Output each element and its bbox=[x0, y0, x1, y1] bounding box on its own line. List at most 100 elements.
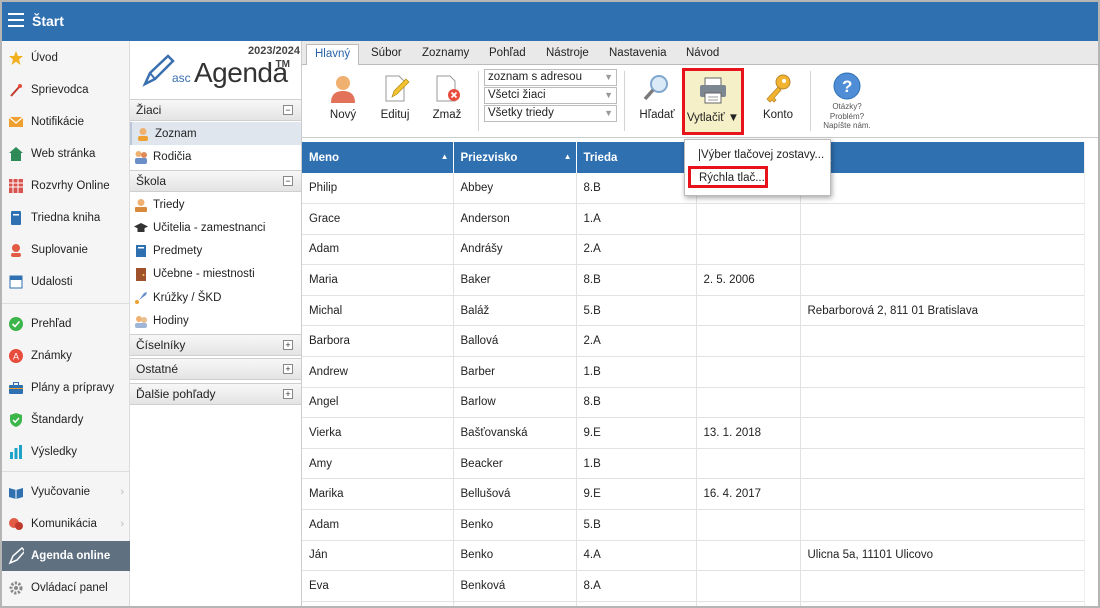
book-icon bbox=[8, 210, 24, 226]
sidebar-item-uvod[interactable]: Úvod bbox=[2, 43, 130, 73]
tab-nastroje[interactable]: Nástroje bbox=[538, 44, 597, 65]
main-sidebar: Úvod Sprievodca Notifikácie Web stránka … bbox=[2, 41, 130, 606]
table-row[interactable]: Adam Andrášy 2.A bbox=[302, 234, 1084, 266]
edit-button[interactable]: Edituj bbox=[369, 71, 421, 131]
menu-item-quick-print[interactable]: Rýchla tlač... bbox=[688, 166, 768, 188]
tab-nastavenia[interactable]: Nastavenia bbox=[601, 44, 675, 65]
table-cell: Vierka bbox=[302, 417, 454, 449]
nav-item-ucebne[interactable]: Učebne - miestnosti bbox=[130, 262, 301, 285]
table-cell: Andrew bbox=[302, 356, 454, 388]
button-label: Konto bbox=[762, 109, 794, 121]
sidebar-item-prehlad[interactable]: Prehľad bbox=[2, 309, 130, 339]
table-row[interactable]: Angel Barlow 8.B bbox=[302, 387, 1084, 419]
column-header-adresa[interactable]: resa bbox=[800, 142, 1084, 173]
nav-item-ucitelia[interactable]: Učitelia - zamestnanci bbox=[130, 216, 301, 239]
parents-icon bbox=[134, 150, 148, 164]
table-cell bbox=[696, 356, 801, 388]
sidebar-item-plany[interactable]: Plány a prípravy bbox=[2, 373, 130, 403]
check-circle-icon bbox=[8, 316, 24, 332]
button-label: Nový bbox=[329, 109, 357, 121]
sidebar-item-znamky[interactable]: A Známky bbox=[2, 341, 130, 371]
column-header-meno[interactable]: Meno ▲ bbox=[302, 142, 454, 173]
vertical-scrollbar[interactable] bbox=[1084, 142, 1098, 606]
nav-item-kruzky[interactable]: Krúžky / ŠKD bbox=[130, 286, 301, 309]
section-ostatne[interactable]: Ostatné + bbox=[130, 358, 301, 380]
sidebar-item-suplovanie[interactable]: Suplovanie bbox=[2, 235, 130, 265]
table-row[interactable]: Andrew Barber 1.B bbox=[302, 356, 1084, 388]
section-title: Ďalšie pohľady bbox=[136, 387, 216, 401]
table-cell: Philip bbox=[302, 173, 454, 205]
expand-icon[interactable]: + bbox=[283, 340, 293, 350]
sidebar-item-notifikacie[interactable]: Notifikácie bbox=[2, 107, 130, 137]
expand-icon[interactable]: + bbox=[283, 389, 293, 399]
nav-item-predmety[interactable]: Predmety bbox=[130, 239, 301, 262]
sidebar-item-komunikacia[interactable]: Komunikácia › bbox=[2, 509, 130, 539]
nav-item-triedy[interactable]: Triedy bbox=[130, 193, 301, 216]
nav-item-zoznam[interactable]: Zoznam bbox=[130, 122, 301, 145]
sidebar-item-vysledky[interactable]: Výsledky bbox=[2, 437, 130, 467]
table-cell: 1.B bbox=[576, 448, 697, 480]
nav-item-hodiny[interactable]: Hodiny bbox=[130, 309, 301, 332]
hamburger-menu-icon[interactable] bbox=[8, 13, 24, 27]
expand-icon[interactable]: + bbox=[283, 364, 293, 374]
new-button[interactable]: Nový bbox=[317, 71, 369, 131]
bar-chart-icon bbox=[8, 444, 24, 460]
sidebar-item-udalosti[interactable]: Udalosti bbox=[2, 267, 130, 297]
tab-subor[interactable]: Súbor bbox=[363, 44, 410, 65]
table-row[interactable]: Eva Benková 8.A bbox=[302, 570, 1084, 602]
sidebar-item-label: Plány a prípravy bbox=[31, 382, 115, 394]
table-cell bbox=[800, 417, 1084, 449]
section-skola[interactable]: Škola − bbox=[130, 170, 301, 192]
sidebar-item-triedna-kniha[interactable]: Triedna kniha bbox=[2, 203, 130, 233]
menu-item-select-report[interactable]: Výber tlačovej zostavy... bbox=[699, 149, 824, 161]
sidebar-item-standardy[interactable]: Štandardy bbox=[2, 405, 130, 435]
account-button[interactable]: Konto bbox=[752, 71, 804, 131]
search-button[interactable]: Hľadať bbox=[631, 71, 683, 131]
sidebar-item-web[interactable]: Web stránka bbox=[2, 139, 130, 169]
table-row[interactable]: Michal Baláž 5.B Rebarborová 2, 811 01 Brat… bbox=[302, 295, 1084, 327]
section-title: Ostatné bbox=[136, 362, 179, 376]
column-header-trieda[interactable]: Trieda bbox=[576, 142, 697, 173]
table-row[interactable]: Maria Baker 8.B 2. 5. 2006 bbox=[302, 264, 1084, 296]
table-cell: 1.A bbox=[576, 203, 697, 235]
sidebar-divider bbox=[2, 303, 130, 304]
table-row[interactable]: Marika Bellušová 9.E 16. 4. 2017 bbox=[302, 478, 1084, 511]
report-select[interactable]: zoznam s adresou ▼ bbox=[484, 69, 617, 86]
section-ziaci[interactable]: Žiaci − bbox=[130, 99, 301, 121]
sidebar-item-agenda-online[interactable]: Agenda online bbox=[2, 541, 130, 571]
delete-button[interactable]: Zmaž bbox=[421, 71, 473, 131]
table-cell bbox=[800, 325, 1084, 358]
table-row[interactable] bbox=[302, 601, 1084, 606]
table-row[interactable]: Vierka Bašťovanská 9.E 13. 1. 2018 bbox=[302, 417, 1084, 449]
table-cell bbox=[696, 448, 801, 480]
print-button[interactable]: Vytlačiť ▼ bbox=[682, 68, 744, 135]
button-label: Hľadať bbox=[639, 109, 675, 121]
sidebar-item-sprievodca[interactable]: Sprievodca bbox=[2, 75, 130, 105]
substitute-icon bbox=[8, 242, 24, 258]
tab-pohlad[interactable]: Pohľad bbox=[481, 44, 534, 65]
sidebar-item-ovladaci-panel[interactable]: Ovládací panel bbox=[2, 573, 130, 603]
sidebar-item-vyucovanie[interactable]: Vyučovanie › bbox=[2, 477, 130, 507]
tab-navod[interactable]: Návod bbox=[678, 44, 727, 65]
table-row[interactable]: Ján Benko 4.A Ulicna 5a, 11101 Ulicovo bbox=[302, 540, 1084, 572]
collapse-icon[interactable]: − bbox=[283, 176, 293, 186]
sidebar-item-rozvrhy[interactable]: Rozvrhy Online bbox=[2, 171, 130, 201]
column-header-priezvisko[interactable]: Priezvisko ▲ bbox=[453, 142, 577, 173]
section-ciselniky[interactable]: Číselníky + bbox=[130, 334, 301, 356]
table-row[interactable]: Adam Benko 5.B bbox=[302, 509, 1084, 541]
tab-zoznamy[interactable]: Zoznamy bbox=[414, 44, 477, 65]
table-row[interactable]: Amy Beacker 1.B bbox=[302, 448, 1084, 480]
students-filter-select[interactable]: Všetci žiaci ▼ bbox=[484, 87, 617, 104]
class-filter-select[interactable]: Všetky triedy ▼ bbox=[484, 105, 617, 122]
nav-item-rodicia[interactable]: Rodičia bbox=[130, 145, 301, 168]
table-row[interactable]: Grace Anderson 1.A bbox=[302, 203, 1084, 235]
collapse-icon[interactable]: − bbox=[283, 105, 293, 115]
section-dalsie-pohlady[interactable]: Ďalšie pohľady + bbox=[130, 383, 301, 405]
pen-icon bbox=[8, 547, 24, 565]
table-row[interactable]: Barbora Ballová 2.A bbox=[302, 325, 1084, 358]
tab-hlavny[interactable]: Hlavný bbox=[306, 44, 360, 66]
section-title: Číselníky bbox=[136, 338, 186, 352]
help-button[interactable]: ? Otázky? Problém? Napíšte nám. bbox=[812, 72, 882, 131]
button-label: Vytlačiť bbox=[686, 112, 725, 124]
table-cell: Barber bbox=[453, 356, 577, 388]
